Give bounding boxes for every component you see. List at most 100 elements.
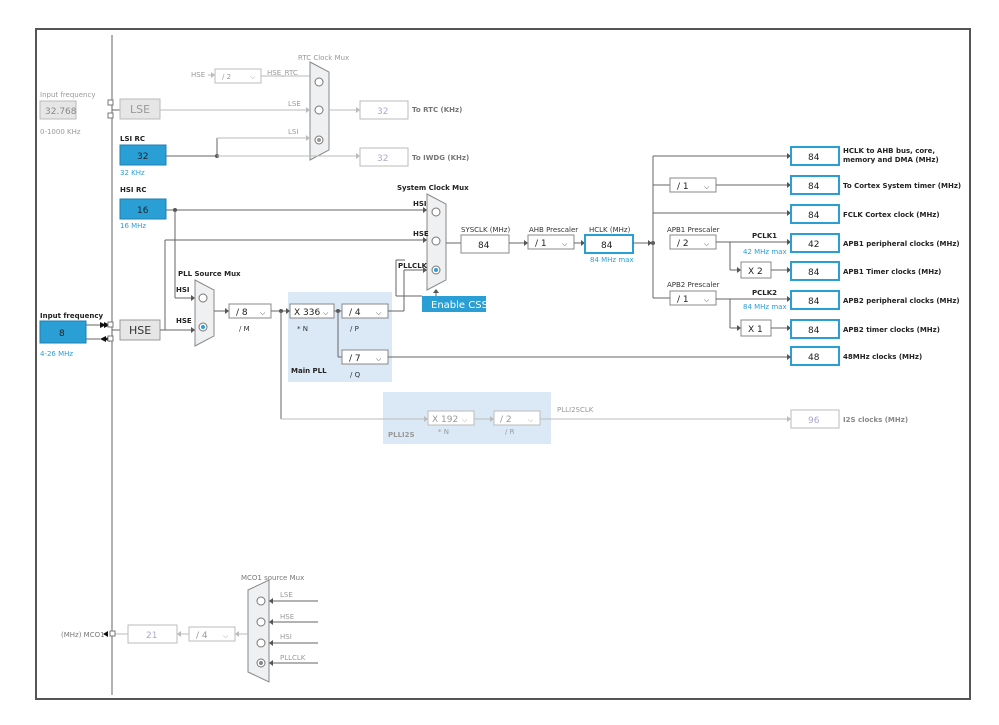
- svg-text:/ R: / R: [505, 428, 515, 436]
- svg-text:LSI: LSI: [288, 128, 298, 136]
- svg-text:/ 2: / 2: [500, 415, 512, 425]
- output-48mhz: 48 48MHz clocks (MHz): [790, 346, 922, 366]
- svg-text:/ P: / P: [350, 325, 359, 333]
- svg-text:LSE: LSE: [280, 591, 293, 599]
- output-apb2-peripheral: 84 APB2 peripheral clocks (MHz): [790, 290, 960, 310]
- svg-text:X 336: X 336: [294, 308, 320, 318]
- svg-text:HCLK to AHB bus, core,: HCLK to AHB bus, core,: [843, 147, 935, 155]
- apb1-prescaler-label: APB1 Prescaler: [667, 226, 720, 234]
- chevron-down-icon: ⌵: [376, 355, 382, 363]
- output-apb1-timer: 84 APB1 Timer clocks (MHz): [790, 261, 941, 281]
- mco1-mux-title: MCO1 source Mux: [241, 574, 304, 582]
- apb2-prescaler-label: APB2 Prescaler: [667, 281, 720, 289]
- svg-text:HSI: HSI: [413, 200, 427, 208]
- svg-text:/ 7: / 7: [349, 354, 361, 364]
- svg-text:* N: * N: [438, 428, 449, 436]
- iwdg-output-label: To IWDG (KHz): [412, 154, 469, 162]
- chevron-down-icon: ⌵: [376, 309, 382, 317]
- hsi-title: HSI RC: [120, 186, 146, 194]
- output-cortex-timer: 84 To Cortex System timer (MHz): [790, 175, 961, 195]
- chevron-down-icon: ⌵: [250, 73, 256, 81]
- clock-tree-diagram: RTC Clock Mux HSE / 2 ⌵ HSE_RTC 32 To RT…: [39, 35, 961, 695]
- svg-text:/ 1: / 1: [535, 239, 547, 249]
- svg-text:32.768: 32.768: [45, 107, 77, 117]
- svg-text:HSE: HSE: [280, 613, 294, 621]
- plli2s-title: PLLI2S: [388, 431, 415, 439]
- svg-text:HSE: HSE: [176, 317, 192, 325]
- chevron-down-icon: ⌵: [223, 632, 229, 640]
- sysmux-radio-hsi[interactable]: [431, 207, 441, 217]
- rtc-mux-title: RTC Clock Mux: [298, 54, 349, 62]
- svg-text:/ 2: / 2: [677, 239, 689, 249]
- svg-text:APB2 timer clocks (MHz): APB2 timer clocks (MHz): [843, 326, 940, 334]
- svg-text:8: 8: [59, 329, 65, 339]
- hse-range: 4-26 MHz: [40, 350, 73, 358]
- svg-text:X 1: X 1: [748, 325, 763, 335]
- sysclk-label: SYSCLK (MHz): [461, 226, 510, 234]
- svg-text:APB2 peripheral clocks (MHz): APB2 peripheral clocks (MHz): [843, 297, 960, 305]
- i2s-output-label: I2S clocks (MHz): [843, 416, 908, 424]
- output-hclk-ahb: 84 HCLK to AHB bus, core, memory and DMA…: [790, 146, 939, 166]
- chevron-down-icon: ⌵: [260, 309, 266, 317]
- svg-text:42: 42: [808, 240, 819, 250]
- pclk1-label: PCLK1: [752, 232, 777, 240]
- hsi-unit: 16 MHz: [120, 222, 146, 230]
- svg-text:16: 16: [137, 206, 149, 216]
- svg-text:32: 32: [377, 107, 388, 117]
- mco1-radio-lse[interactable]: [256, 596, 266, 606]
- svg-text:84: 84: [601, 241, 613, 251]
- chevron-down-icon: ⌵: [704, 240, 710, 248]
- svg-text:48MHz clocks (MHz): 48MHz clocks (MHz): [843, 353, 922, 361]
- mco1-label: (MHz) MCO1: [61, 631, 105, 639]
- mco1-radio-hse[interactable]: [256, 617, 266, 627]
- chevron-down-icon: ⌵: [323, 309, 329, 317]
- pclk2-max: 84 MHz max: [743, 303, 787, 311]
- svg-text:HSI: HSI: [176, 286, 190, 294]
- lsi-title: LSI RC: [120, 135, 145, 143]
- svg-text:X 192: X 192: [432, 415, 458, 425]
- rtc-mux-radio-hse[interactable]: [314, 77, 324, 87]
- svg-text:84: 84: [808, 268, 820, 278]
- svg-text:X 2: X 2: [748, 267, 763, 277]
- svg-text:21: 21: [146, 631, 157, 641]
- svg-text:LSE: LSE: [288, 100, 301, 108]
- svg-text:/ 8: / 8: [236, 308, 248, 318]
- svg-text:84: 84: [478, 241, 490, 251]
- chevron-down-icon: ⌵: [704, 296, 710, 304]
- hse-input-label: Input frequency: [40, 312, 103, 320]
- output-apb1-peripheral: 42 APB1 peripheral clocks (MHz): [790, 233, 960, 253]
- rtc-output-label: To RTC (KHz): [412, 106, 462, 114]
- lse-input-label: Input frequency: [40, 91, 95, 99]
- rtc-hse-rtc-label: HSE_RTC: [267, 69, 298, 77]
- svg-text:84: 84: [808, 326, 820, 336]
- pllmux-radio-hsi[interactable]: [198, 293, 208, 303]
- svg-text:HSE: HSE: [129, 324, 151, 337]
- pclk2-label: PCLK2: [752, 289, 777, 297]
- pll-source-mux-title: PLL Source Mux: [178, 270, 241, 278]
- svg-text:LSE: LSE: [130, 103, 150, 116]
- system-clock-mux-title: System Clock Mux: [397, 184, 469, 192]
- chevron-down-icon: ⌵: [562, 240, 568, 248]
- svg-text:/ 1: / 1: [677, 182, 689, 192]
- svg-text:32: 32: [137, 152, 148, 162]
- hclk-label: HCLK (MHz): [589, 226, 631, 234]
- lsi-unit: 32 KHz: [120, 169, 145, 177]
- chevron-down-icon: ⌵: [462, 416, 468, 424]
- svg-text:Enable CSS: Enable CSS: [431, 300, 488, 311]
- sysmux-radio-hse[interactable]: [431, 236, 441, 246]
- plli2sclk-label: PLLI2SCLK: [557, 406, 594, 414]
- ahb-prescaler-label: AHB Prescaler: [529, 226, 578, 234]
- rtc-mux-radio-lse[interactable]: [314, 105, 324, 115]
- chevron-down-icon: ⌵: [704, 183, 710, 191]
- svg-text:48: 48: [808, 353, 820, 363]
- svg-text:32: 32: [377, 154, 388, 164]
- pclk1-max: 42 MHz max: [743, 248, 787, 256]
- mco1-radio-hsi[interactable]: [256, 638, 266, 648]
- output-fclk-cortex: 84 FCLK Cortex clock (MHz): [790, 204, 940, 224]
- pll-source-mux: [194, 279, 215, 347]
- svg-text:HSI: HSI: [280, 633, 292, 641]
- svg-text:/ 4: / 4: [349, 308, 361, 318]
- svg-text:HSE: HSE: [413, 230, 429, 238]
- svg-text:/ Q: / Q: [350, 371, 361, 379]
- svg-text:* N: * N: [297, 325, 308, 333]
